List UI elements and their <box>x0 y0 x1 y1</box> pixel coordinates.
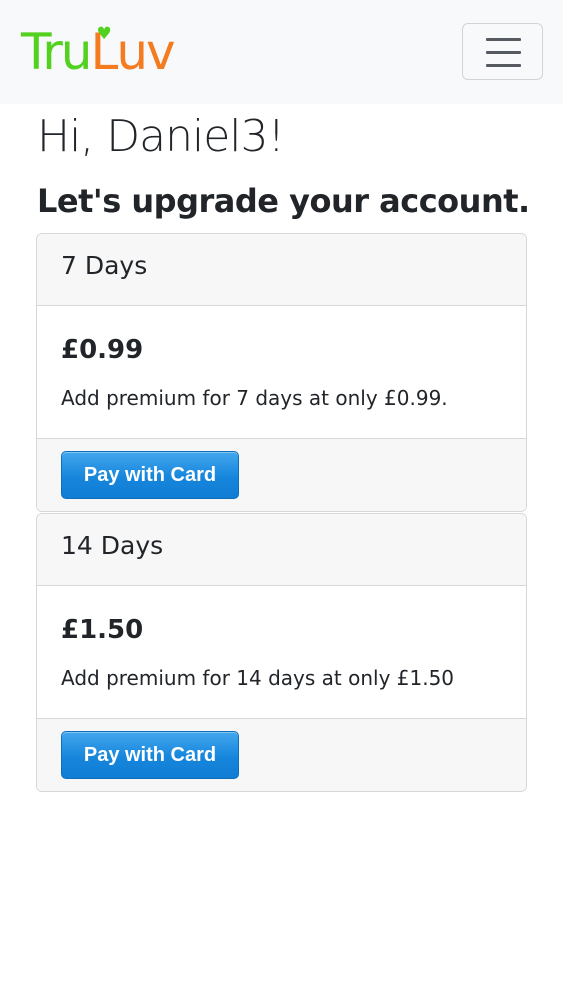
plan-description: Add premium for 14 days at only £1.50 <box>61 666 455 690</box>
plan-price: £1.50 <box>61 615 144 645</box>
plan-card-7-days: 7 Days £0.99 Add premium for 7 days at o… <box>36 233 527 512</box>
hamburger-bar <box>486 51 521 54</box>
pay-with-card-button[interactable]: Pay with Card <box>61 731 239 779</box>
plan-card-body: £0.99 Add premium for 7 days at only £0.… <box>37 306 526 439</box>
plan-card-14-days: 14 Days £1.50 Add premium for 14 days at… <box>36 513 527 792</box>
plan-title: 14 Days <box>61 531 164 560</box>
page-greeting: Hi, Daniel3! <box>37 111 285 162</box>
logo-part-tru: Tru <box>21 23 92 81</box>
logo-part-uv: uv <box>116 23 175 81</box>
logo-part-heart-l: L <box>90 20 118 84</box>
page-subheading: Let's upgrade your account. <box>37 182 530 220</box>
plan-price: £0.99 <box>61 335 144 365</box>
hamburger-bar <box>486 64 521 67</box>
plan-card-footer: Pay with Card <box>37 439 526 511</box>
plan-card-body: £1.50 Add premium for 14 days at only £1… <box>37 586 526 719</box>
navbar: TruLuv <box>0 0 563 104</box>
brand-logo[interactable]: TruLuv <box>21 20 176 84</box>
plan-card-header: 14 Days <box>37 514 526 586</box>
navbar-toggle-button[interactable] <box>462 23 543 80</box>
plan-title: 7 Days <box>61 251 148 280</box>
hamburger-bar <box>486 38 521 41</box>
plan-card-footer: Pay with Card <box>37 719 526 791</box>
plan-card-header: 7 Days <box>37 234 526 306</box>
plan-description: Add premium for 7 days at only £0.99. <box>61 386 448 410</box>
pay-with-card-button[interactable]: Pay with Card <box>61 451 239 499</box>
